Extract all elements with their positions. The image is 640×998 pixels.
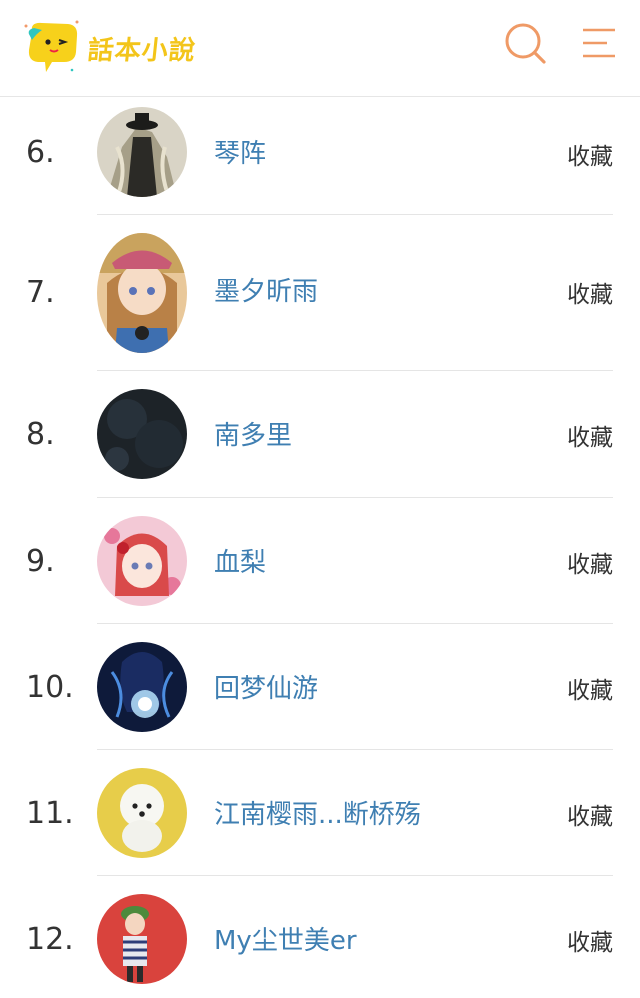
rank-number: 9. <box>26 544 55 579</box>
menu-icon <box>583 28 615 58</box>
avatar[interactable] <box>97 389 187 479</box>
list-item: 8. 南多里 收藏 <box>0 371 640 498</box>
list-item: 11. 江南樱雨...断桥殇 收藏 <box>0 750 640 876</box>
avatar-image <box>97 516 187 606</box>
list-item: 7. 墨夕昕雨 收藏 <box>0 215 640 371</box>
author-name-link[interactable]: 回梦仙游 <box>214 668 318 705</box>
favorite-button[interactable]: 收藏 <box>567 418 613 452</box>
avatar[interactable] <box>97 516 187 606</box>
author-name-link[interactable]: 琴阵 <box>214 133 266 170</box>
favorite-button[interactable]: 收藏 <box>567 923 613 957</box>
author-name-link[interactable]: 墨夕昕雨 <box>214 271 318 308</box>
avatar-image <box>97 768 187 858</box>
favorite-button[interactable]: 收藏 <box>567 275 613 309</box>
avatar[interactable] <box>97 642 187 732</box>
app-header: 話本小說 <box>0 0 640 97</box>
rank-number: 12. <box>26 922 74 957</box>
author-name-link[interactable]: 血梨 <box>214 542 266 579</box>
favorite-button[interactable]: 收藏 <box>567 671 613 705</box>
author-name-link[interactable]: My尘世美er <box>214 920 357 957</box>
avatar-image <box>97 642 187 732</box>
favorite-button[interactable]: 收藏 <box>567 137 613 171</box>
avatar-image <box>97 894 187 984</box>
favorite-button[interactable]: 收藏 <box>567 545 613 579</box>
author-name-link[interactable]: 南多里 <box>214 415 292 452</box>
avatar-image <box>97 233 187 353</box>
logo-text: 話本小說 <box>86 36 198 66</box>
search-icon <box>505 23 546 64</box>
rank-number: 7. <box>26 275 55 310</box>
rank-number: 6. <box>26 135 55 170</box>
avatar[interactable] <box>97 894 187 984</box>
rank-number: 10. <box>26 670 74 705</box>
avatar[interactable] <box>97 107 187 197</box>
avatar-image <box>97 107 187 197</box>
menu-button[interactable] <box>580 24 618 62</box>
mascot-logo-icon <box>24 20 79 72</box>
avatar-image <box>97 389 187 479</box>
rank-number: 8. <box>26 417 55 452</box>
list-item: 10. 回梦仙游 收藏 <box>0 624 640 750</box>
rank-number: 11. <box>26 796 74 831</box>
avatar[interactable] <box>97 768 187 858</box>
list-item: 9. 血梨 收藏 <box>0 498 640 624</box>
search-button[interactable] <box>502 20 548 66</box>
list-item: 12. My尘世美er 收藏 <box>0 876 640 998</box>
site-logo[interactable]: 話本小說 <box>22 18 232 74</box>
author-name-link[interactable]: 江南樱雨...断桥殇 <box>214 794 421 831</box>
list-item: 6. 琴阵 收藏 <box>0 97 640 215</box>
favorite-button[interactable]: 收藏 <box>567 797 613 831</box>
avatar[interactable] <box>97 233 187 353</box>
